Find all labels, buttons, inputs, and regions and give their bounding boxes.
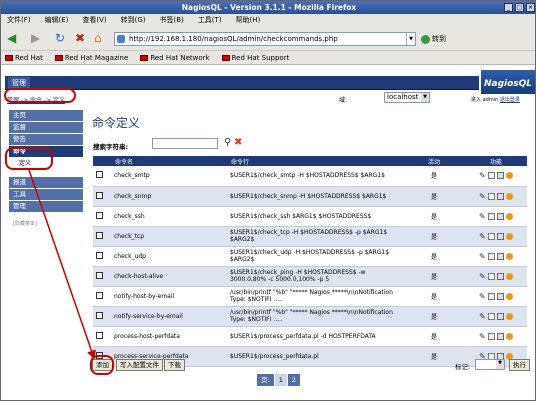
menu-tools[interactable]: 工具(T) [198,14,222,27]
go-button[interactable]: 转到 [421,34,446,44]
bookmark-red-hat[interactable]: Red Hat [5,51,43,64]
redhat-icon [140,54,149,61]
redhat-icon [5,54,13,61]
redhat-icon [54,54,63,61]
minimize-button[interactable]: _ [504,3,513,12]
bookmark-red-hat-magazine[interactable]: Red Hat Magazine [54,51,129,64]
bookmark-label: Red Hat Magazine [64,53,129,62]
bookmark-label: Red Hat [15,53,43,62]
close-button[interactable]: × [526,3,535,12]
page-icon [117,35,125,43]
window-title: NagiosQL - Version 3.1.1 - Mozilla Firef… [181,3,357,12]
bookmarks-toolbar: Red Hat Red Hat Magazine Red Hat Network… [1,51,535,65]
menu-go[interactable]: 转到(G) [121,14,146,27]
page-content: 管理 NagiosQL 管理 -> 命令 -> 定义 域: localhost … [1,66,535,400]
url-text: http://192.168.1.180/nagiosQL/admin/chec… [129,35,338,43]
maximize-button[interactable]: □ [515,3,524,12]
stop-icon[interactable]: ✖ [75,31,85,45]
menu-bookmarks[interactable]: 书签(B) [160,14,184,27]
go-icon [421,34,430,44]
go-label: 转到 [432,35,446,43]
bookmark-label: Red Hat Support [231,53,290,62]
menu-file[interactable]: 文件(F) [7,14,31,27]
bookmark-red-hat-support[interactable]: Red Hat Support [221,51,290,64]
menu-view[interactable]: 查看(V) [82,14,106,27]
title-bar: NagiosQL - Version 3.1.1 - Mozilla Firef… [1,1,535,14]
annotation-arrow [28,169,96,360]
navigation-toolbar: ◀ ▶ ↻ ✖ ⌂ http://192.168.1.180/nagiosQL/… [1,27,535,51]
reload-icon[interactable]: ↻ [55,31,65,45]
back-icon[interactable]: ◀ [7,31,16,45]
address-bar[interactable]: http://192.168.1.180/nagiosQL/admin/chec… [114,32,416,46]
chevron-down-icon[interactable]: ▼ [406,33,415,45]
redhat-icon [221,54,230,61]
menu-help[interactable]: 帮助(H) [236,14,261,27]
home-icon[interactable]: ⌂ [94,31,102,45]
bookmark-red-hat-network[interactable]: Red Hat Network [140,51,210,64]
forward-icon[interactable]: ▶ [31,31,40,45]
menu-edit[interactable]: 编辑(E) [45,14,69,27]
bookmark-label: Red Hat Network [150,53,210,62]
menu-bar: 文件(F) 编辑(E) 查看(V) 转到(G) 书签(B) 工具(T) 帮助(H… [1,14,535,27]
browser-window: NagiosQL - Version 3.1.1 - Mozilla Firef… [0,0,536,401]
